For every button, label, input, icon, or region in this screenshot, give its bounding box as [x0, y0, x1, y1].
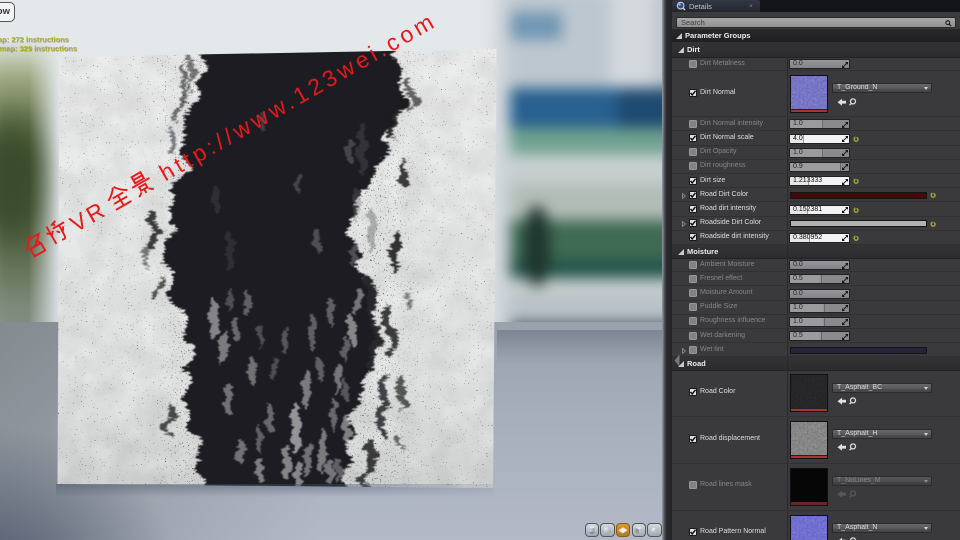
svg-text:http://www.123wei.com: http://www.123wei.com — [155, 7, 441, 186]
svg-text:VR: VR — [65, 196, 111, 237]
